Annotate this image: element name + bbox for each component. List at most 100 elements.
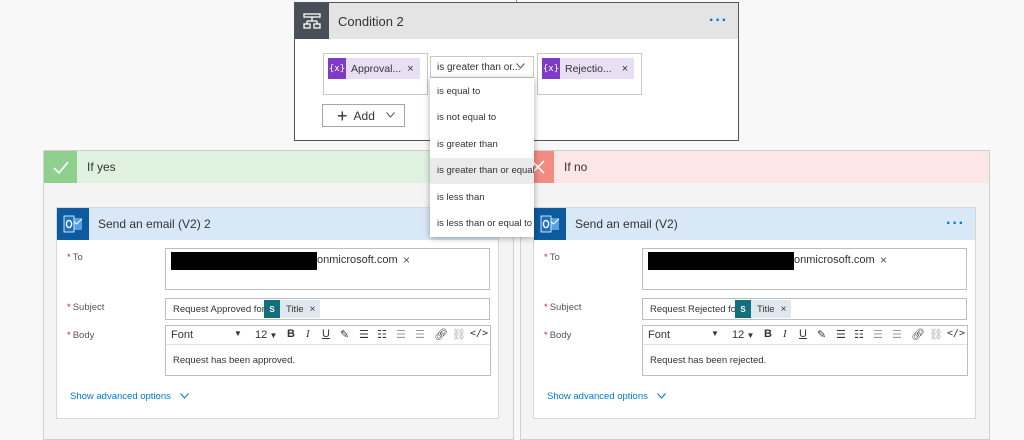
bold-icon[interactable]: B	[287, 328, 295, 340]
email-card-yes[interactable]: Send an email (V2) 2 * To onmicrosoft.com…	[56, 207, 499, 419]
email-card-title: Send an email (V2)	[575, 217, 678, 231]
link-icon[interactable]: 🔗︎	[434, 328, 448, 341]
token-label: Title	[286, 303, 304, 315]
operator-option[interactable]: is less than or equal to	[430, 211, 534, 238]
italic-icon[interactable]: I	[783, 328, 787, 340]
unlink-icon[interactable]: ⛓︎	[929, 328, 943, 341]
email-more-icon[interactable]: ···	[946, 215, 965, 233]
left-token-label: Approval...	[351, 62, 402, 75]
left-operand-field[interactable]: {x} Approval... ×	[323, 53, 428, 95]
code-view-icon[interactable]: </>	[947, 328, 965, 339]
body-text: Request has been rejected.	[650, 355, 767, 366]
bulleted-list-icon[interactable]: ☰	[836, 328, 846, 341]
outlook-icon	[534, 208, 566, 240]
operator-option[interactable]: is not equal to	[430, 105, 534, 132]
email-card-header[interactable]: Send an email (V2) ···	[534, 208, 975, 240]
chevron-down-icon	[516, 61, 525, 72]
font-select[interactable]: Font	[648, 329, 670, 341]
remove-token-icon[interactable]: ×	[407, 63, 413, 75]
left-operand-token[interactable]: {x} Approval... ×	[328, 58, 420, 79]
subject-label: * Subject	[544, 302, 582, 313]
caret-down-icon[interactable]: ▼	[711, 329, 719, 338]
subject-title-token[interactable]: S Title ×	[264, 300, 321, 318]
highlight-icon[interactable]: ✎	[817, 328, 826, 341]
to-field[interactable]: onmicrosoft.com ×	[642, 248, 967, 290]
check-icon	[44, 151, 77, 183]
caret-down-icon[interactable]: ▼	[234, 329, 242, 338]
token-label: Title	[757, 303, 775, 315]
subject-label: * Subject	[67, 302, 105, 313]
unlink-icon[interactable]: ⛓︎	[452, 328, 466, 341]
outlook-icon	[57, 208, 89, 240]
operator-selected-label: is greater than or...	[437, 62, 521, 73]
add-button[interactable]: + Add	[322, 104, 405, 127]
to-label: * To	[544, 252, 560, 263]
font-size-select[interactable]: 12 ▼	[732, 329, 754, 341]
to-recipient: onmicrosoft.com	[317, 254, 398, 266]
right-operand-field[interactable]: {x} Rejectio... ×	[537, 53, 642, 95]
italic-icon[interactable]: I	[306, 328, 310, 340]
operator-option-selected[interactable]: is greater than or equal to	[430, 157, 534, 184]
remove-recipient-icon[interactable]: ×	[880, 253, 887, 267]
operator-option[interactable]: is equal to	[430, 78, 534, 105]
underline-icon[interactable]: U	[322, 328, 330, 340]
to-recipient: onmicrosoft.com	[794, 254, 875, 266]
show-advanced-options-link[interactable]: Show advanced options	[547, 391, 667, 402]
font-size-select[interactable]: 12 ▼	[255, 329, 277, 341]
subject-text: Request Approved for	[173, 304, 265, 315]
remove-token-icon[interactable]: ×	[622, 63, 628, 75]
condition-header[interactable]: Condition 2 ···	[295, 3, 738, 39]
operator-option[interactable]: is greater than	[430, 131, 534, 158]
numbered-list-icon[interactable]: ☷	[854, 328, 864, 341]
remove-token-icon[interactable]: ×	[310, 304, 316, 315]
decrease-indent-icon[interactable]: ☰	[396, 328, 406, 341]
subject-title-token[interactable]: S Title ×	[735, 300, 792, 318]
operator-dropdown-menu: is equal to is not equal to is greater t…	[430, 78, 534, 237]
body-field[interactable]: Font ▼ 12 ▼ B I U ✎ ☰ ☷ ☰ ☰ 🔗︎ ⛓︎ </> Re…	[642, 325, 968, 376]
right-operand-token[interactable]: {x} Rejectio... ×	[542, 58, 635, 79]
email-card-title: Send an email (V2) 2	[98, 217, 211, 231]
operator-select[interactable]: is greater than or...	[430, 56, 534, 78]
bulleted-list-icon[interactable]: ☰	[359, 328, 369, 341]
underline-icon[interactable]: U	[799, 328, 807, 340]
remove-token-icon[interactable]: ×	[781, 304, 787, 315]
numbered-list-icon[interactable]: ☷	[377, 328, 387, 341]
body-text: Request has been approved.	[173, 355, 296, 366]
condition-more-icon[interactable]: ···	[709, 12, 728, 30]
subject-text: Request Rejected for	[650, 304, 740, 315]
plus-icon: +	[337, 105, 348, 126]
body-label: * Body	[67, 330, 95, 341]
rich-text-toolbar: Font ▼ 12 ▼ B I U ✎ ☰ ☷ ☰ ☰ 🔗︎ ⛓︎ </>	[643, 326, 967, 345]
email-card-no[interactable]: Send an email (V2) ··· * To onmicrosoft.c…	[533, 207, 976, 419]
highlight-icon[interactable]: ✎	[340, 328, 349, 341]
code-view-icon[interactable]: </>	[470, 328, 488, 339]
show-advanced-options-link[interactable]: Show advanced options	[70, 391, 190, 402]
link-icon[interactable]: 🔗︎	[911, 328, 925, 341]
condition-icon	[295, 3, 329, 39]
sharepoint-icon: S	[264, 300, 280, 318]
font-select[interactable]: Font	[171, 329, 193, 341]
body-field[interactable]: Font ▼ 12 ▼ B I U ✎ ☰ ☷ ☰ ☰ 🔗︎ ⛓︎ </> Re…	[165, 325, 491, 376]
redacted-block	[171, 252, 317, 270]
sharepoint-icon: S	[735, 300, 751, 318]
branch-yes-label: If yes	[87, 160, 116, 174]
decrease-indent-icon[interactable]: ☰	[873, 328, 883, 341]
rich-text-toolbar: Font ▼ 12 ▼ B I U ✎ ☰ ☷ ☰ ☰ 🔗︎ ⛓︎ </>	[166, 326, 490, 345]
branch-no-label: If no	[564, 160, 588, 174]
expression-icon: {x}	[542, 58, 560, 79]
operator-option[interactable]: is less than	[430, 184, 534, 211]
right-token-label: Rejectio...	[565, 62, 612, 75]
subject-field[interactable]: Request Rejected for S Title ×	[642, 298, 967, 320]
subject-field[interactable]: Request Approved for S Title ×	[165, 298, 490, 320]
remove-recipient-icon[interactable]: ×	[403, 253, 410, 267]
add-label: Add	[353, 108, 375, 123]
condition-title: Condition 2	[338, 13, 404, 29]
body-label: * Body	[544, 330, 572, 341]
increase-indent-icon[interactable]: ☰	[892, 328, 902, 341]
branch-no-header[interactable]: If no	[521, 151, 989, 183]
redacted-block	[648, 252, 794, 270]
to-field[interactable]: onmicrosoft.com ×	[165, 248, 490, 290]
expression-icon: {x}	[328, 58, 346, 79]
increase-indent-icon[interactable]: ☰	[415, 328, 425, 341]
bold-icon[interactable]: B	[764, 328, 772, 340]
